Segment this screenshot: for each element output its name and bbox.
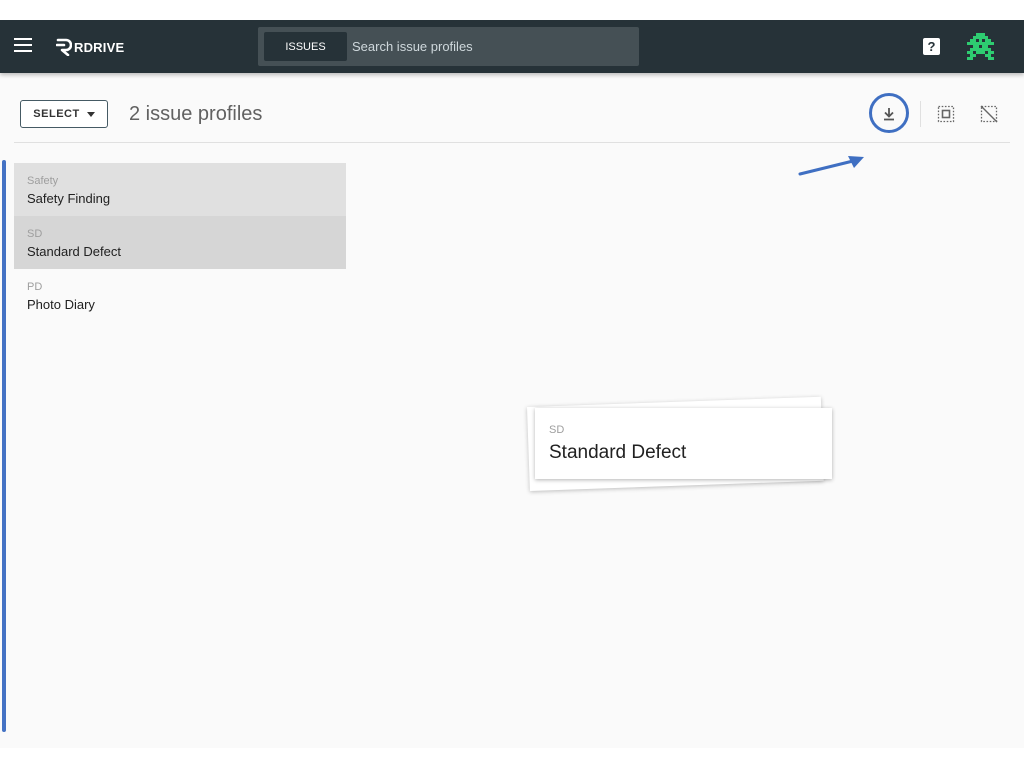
app-logo[interactable]: RDRIVE [56, 37, 124, 57]
toolbar-bottom-divider [14, 142, 1010, 143]
issue-profile-list: Safety Safety Finding SD Standard Defect… [14, 163, 346, 322]
item-name: Safety Finding [27, 191, 111, 206]
search-scope-tab[interactable]: ISSUES [264, 32, 347, 61]
drag-preview-card[interactable]: SD Standard Defect [535, 408, 832, 479]
select-all-icon[interactable] [937, 105, 955, 123]
help-icon[interactable]: ? [923, 38, 940, 55]
logo-text: RDRIVE [74, 39, 125, 55]
annotation-arrow-icon [798, 156, 864, 176]
deselect-all-icon[interactable] [980, 105, 998, 123]
download-button[interactable] [871, 96, 907, 132]
app-window: RDRIVE ISSUES ? SELECT 2 issue profiles [0, 20, 1024, 748]
top-app-bar: RDRIVE ISSUES ? [0, 20, 1024, 73]
item-name: Photo Diary [27, 297, 95, 312]
list-item[interactable]: SD Standard Defect [14, 216, 346, 269]
menu-icon[interactable] [14, 38, 32, 54]
avatar-icon[interactable] [967, 33, 994, 60]
download-icon [884, 108, 894, 121]
drag-card-code: SD [549, 424, 565, 436]
list-item[interactable]: PD Photo Diary [14, 269, 346, 322]
drag-card-name: Standard Defect [549, 442, 687, 463]
item-code: Safety [27, 175, 59, 187]
list-accent-bar [2, 160, 6, 732]
select-button[interactable]: SELECT [20, 100, 108, 128]
profile-count-title: 2 issue profiles [129, 103, 263, 125]
search-bar: ISSUES [258, 27, 639, 66]
item-name: Standard Defect [27, 244, 121, 259]
select-button-label: SELECT [33, 108, 80, 120]
content-toolbar: SELECT 2 issue profiles [0, 73, 1024, 143]
caret-down-icon [86, 111, 95, 117]
logo-icon [56, 38, 72, 56]
toolbar-divider [920, 101, 921, 127]
search-input[interactable] [352, 33, 632, 60]
item-code: PD [27, 281, 43, 293]
list-item[interactable]: Safety Safety Finding [14, 163, 346, 216]
item-code: SD [27, 228, 43, 240]
